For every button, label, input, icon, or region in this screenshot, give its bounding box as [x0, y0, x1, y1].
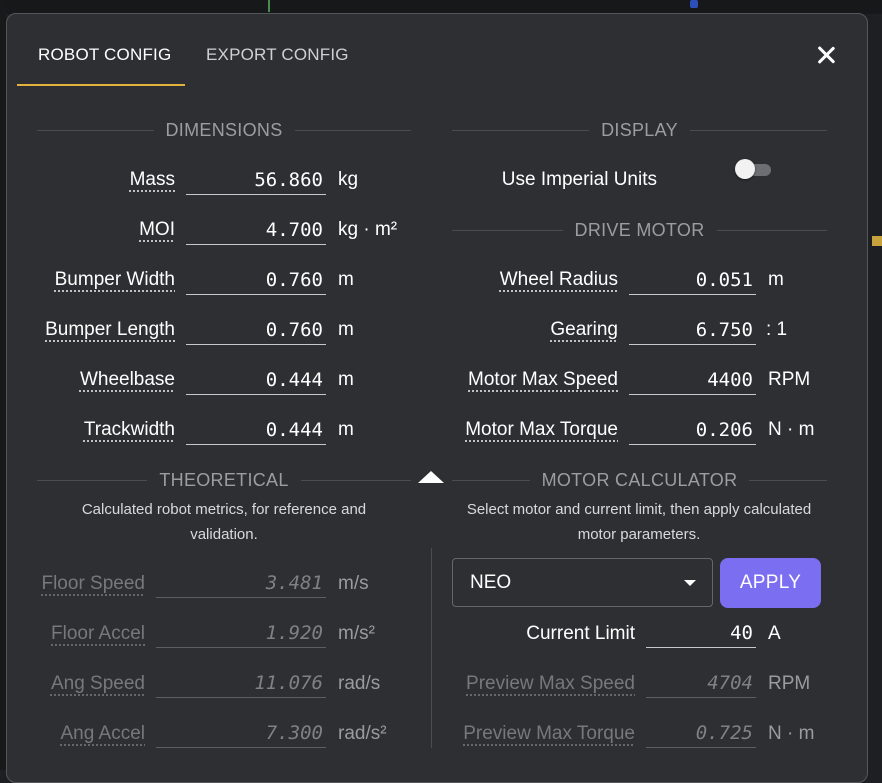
- wheel-radius-input[interactable]: 0.051: [629, 265, 756, 295]
- floor-accel-label: Floor Accel: [51, 623, 145, 644]
- dimensions-heading: DIMENSIONS: [37, 120, 412, 140]
- floor-speed-unit: m/s: [338, 573, 369, 594]
- moi-input[interactable]: 4.700: [186, 215, 326, 245]
- floor-accel-value: 1.920: [156, 618, 326, 648]
- wheelbase-label: Wheelbase: [79, 369, 175, 390]
- ang-accel-unit: rad/s²: [338, 723, 387, 744]
- preview-max-speed-value: 4704: [646, 668, 756, 698]
- bumper-width-unit: m: [338, 269, 354, 290]
- current-limit-unit: A: [768, 623, 781, 644]
- motor-max-torque-input[interactable]: 0.206: [629, 415, 756, 445]
- motor-select-value: NEO: [470, 572, 512, 593]
- bumper-width-input[interactable]: 0.760: [186, 265, 326, 295]
- motor-calculator-heading: MOTOR CALCULATOR: [452, 470, 827, 490]
- wheel-radius-unit: m: [768, 269, 784, 290]
- motor-calculator-description: Select motor and current limit, then app…: [466, 501, 812, 543]
- gearing-label: Gearing: [550, 319, 618, 340]
- display-heading: DISPLAY: [452, 120, 827, 140]
- ang-accel-label: Ang Accel: [60, 723, 146, 744]
- floor-accel-unit: m/s²: [338, 623, 375, 644]
- theoretical-heading: THEORETICAL: [37, 470, 412, 490]
- theoretical-description: Calculated robot metrics, for reference …: [81, 501, 367, 543]
- collapse-arrow-icon[interactable]: [418, 471, 444, 483]
- gearing-unit: : 1: [766, 319, 788, 340]
- preview-max-speed-label: Preview Max Speed: [466, 673, 635, 694]
- moi-unit: kg · m²: [338, 219, 398, 240]
- imperial-units-toggle[interactable]: [735, 159, 773, 179]
- background-mark: [872, 236, 882, 246]
- ang-accel-value: 7.300: [156, 718, 326, 748]
- wheel-radius-label: Wheel Radius: [499, 269, 618, 290]
- floor-speed-label: Floor Speed: [41, 573, 145, 594]
- bumper-length-unit: m: [338, 319, 354, 340]
- motor-max-torque-label: Motor Max Torque: [465, 419, 618, 440]
- ang-speed-label: Ang Speed: [50, 673, 145, 694]
- preview-max-torque-label: Preview Max Torque: [463, 723, 635, 744]
- close-icon[interactable]: [813, 42, 839, 68]
- motor-max-speed-unit: RPM: [768, 369, 811, 390]
- mass-label: Mass: [129, 169, 175, 190]
- mass-input[interactable]: 56.860: [186, 165, 326, 195]
- tab-export-config[interactable]: EXPORT CONFIG: [185, 14, 370, 84]
- preview-max-speed-unit: RPM: [768, 673, 811, 694]
- preview-max-torque-unit: N · m: [768, 723, 815, 744]
- drive-motor-heading: DRIVE MOTOR: [452, 220, 828, 240]
- background-mark: [690, 0, 698, 8]
- ang-speed-unit: rad/s: [338, 673, 381, 694]
- bumper-length-input[interactable]: 0.760: [186, 315, 326, 345]
- motor-max-torque-unit: N · m: [768, 419, 815, 440]
- trackwidth-input[interactable]: 0.444: [186, 415, 326, 445]
- trackwidth-unit: m: [338, 419, 354, 440]
- gearing-input[interactable]: 6.750: [629, 315, 756, 345]
- section-divider: [431, 548, 432, 748]
- wheelbase-unit: m: [338, 369, 354, 390]
- mass-unit: kg: [338, 169, 359, 190]
- motor-max-speed-input[interactable]: 4400: [629, 365, 756, 395]
- wheelbase-input[interactable]: 0.444: [186, 365, 326, 395]
- ang-speed-value: 11.076: [156, 668, 326, 698]
- background-strip: [0, 0, 882, 14]
- current-limit-label: Current Limit: [526, 623, 635, 644]
- imperial-units-label: Use Imperial Units: [501, 169, 657, 190]
- trackwidth-label: Trackwidth: [83, 419, 175, 440]
- bumper-length-label: Bumper Length: [45, 319, 175, 340]
- bumper-width-label: Bumper Width: [54, 269, 175, 290]
- toggle-thumb: [735, 159, 755, 179]
- motor-max-speed-label: Motor Max Speed: [468, 369, 618, 390]
- moi-label: MOI: [139, 219, 175, 240]
- floor-speed-value: 3.481: [156, 568, 326, 598]
- current-limit-input[interactable]: 40: [646, 618, 756, 648]
- background-mark: [268, 0, 270, 12]
- tab-robot-config[interactable]: ROBOT CONFIG: [17, 14, 185, 86]
- preview-max-torque-value: 0.725: [646, 718, 756, 748]
- apply-button[interactable]: APPLY: [720, 558, 821, 608]
- chevron-down-icon: [684, 580, 696, 586]
- motor-select[interactable]: NEO: [452, 558, 713, 607]
